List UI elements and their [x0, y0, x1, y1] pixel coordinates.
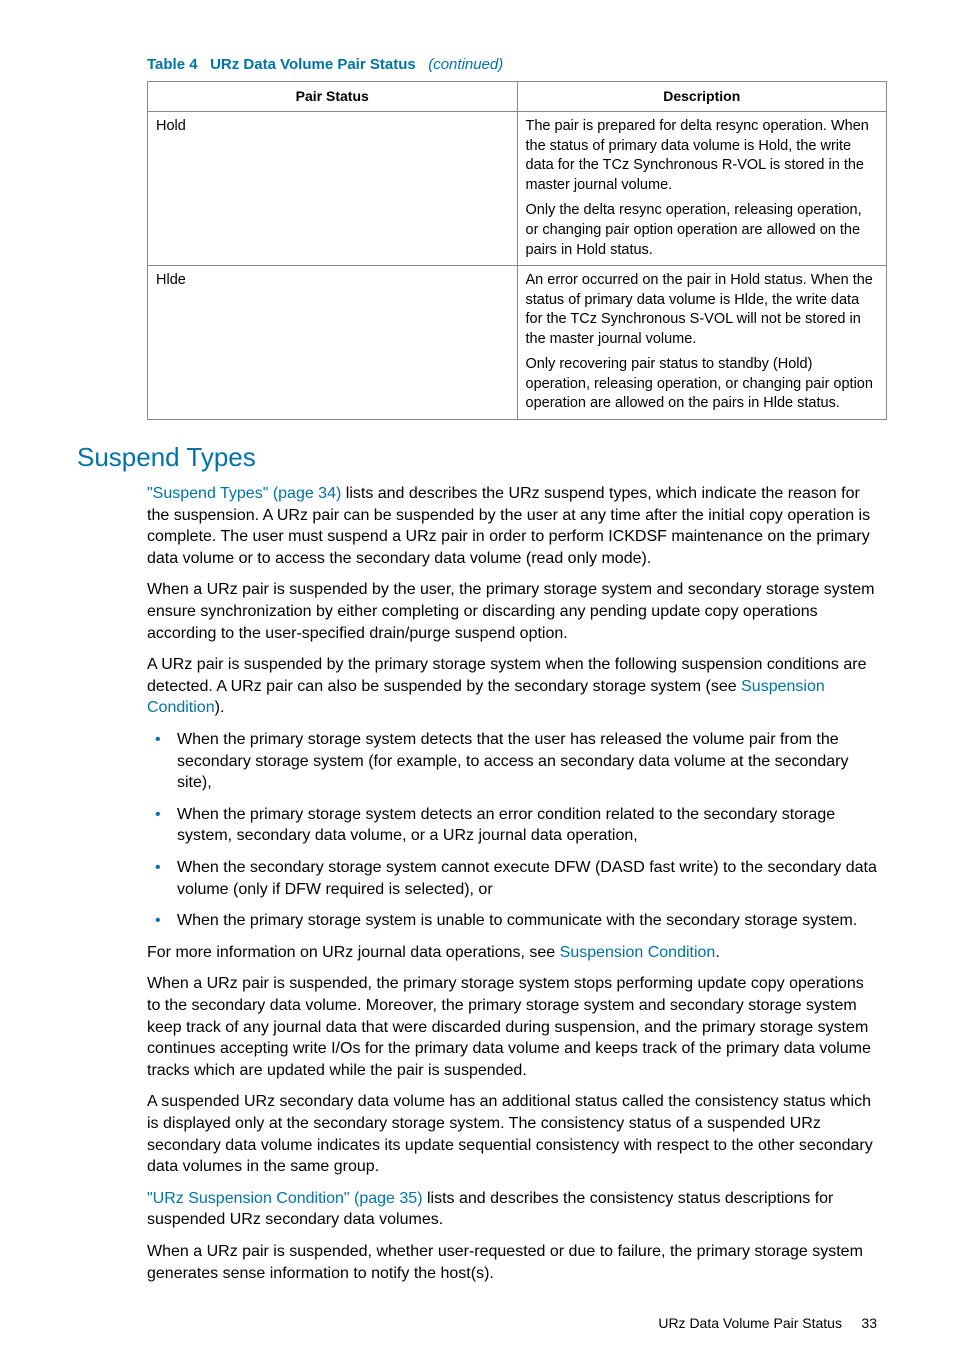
- bullet-list: When the primary storage system detects …: [147, 729, 877, 932]
- cross-ref-link[interactable]: Suspension Condition: [560, 944, 716, 961]
- paragraph-text: .: [715, 944, 719, 961]
- page-number: 33: [861, 1315, 877, 1331]
- cell-description: The pair is prepared for delta resync op…: [517, 112, 887, 266]
- page-footer: URz Data Volume Pair Status 33: [77, 1314, 877, 1333]
- desc-paragraph: Only the delta resync operation, releasi…: [526, 201, 879, 260]
- paragraph: A suspended URz secondary data volume ha…: [147, 1091, 877, 1177]
- cross-ref-link[interactable]: "URz Suspension Condition" (page 35): [147, 1190, 423, 1207]
- list-item: When the primary storage system is unabl…: [147, 910, 877, 932]
- section-heading: Suspend Types: [77, 440, 877, 475]
- list-item: When the primary storage system detects …: [147, 804, 877, 847]
- list-item: When the secondary storage system cannot…: [147, 857, 877, 900]
- paragraph: For more information on URz journal data…: [147, 942, 877, 964]
- table-caption: Table 4 URz Data Volume Pair Status (con…: [147, 55, 877, 75]
- table-header-row: Pair Status Description: [148, 82, 887, 112]
- status-table: Pair Status Description Hold The pair is…: [147, 81, 887, 420]
- footer-label: URz Data Volume Pair Status: [658, 1315, 842, 1331]
- paragraph-text: For more information on URz journal data…: [147, 944, 560, 961]
- paragraph: When a URz pair is suspended, whether us…: [147, 1241, 877, 1284]
- desc-paragraph: An error occurred on the pair in Hold st…: [526, 271, 879, 349]
- col-pair-status: Pair Status: [148, 82, 518, 112]
- paragraph: When a URz pair is suspended, the primar…: [147, 973, 877, 1081]
- paragraph: "URz Suspension Condition" (page 35) lis…: [147, 1188, 877, 1231]
- paragraph-text: ).: [215, 699, 225, 716]
- caption-continued: (continued): [428, 56, 503, 73]
- cell-status: Hold: [148, 112, 518, 266]
- paragraph: When a URz pair is suspended by the user…: [147, 579, 877, 644]
- paragraph: "Suspend Types" (page 34) lists and desc…: [147, 483, 877, 569]
- desc-paragraph: Only recovering pair status to standby (…: [526, 355, 879, 414]
- section-body: "Suspend Types" (page 34) lists and desc…: [147, 483, 877, 1284]
- col-description: Description: [517, 82, 887, 112]
- caption-prefix: Table 4: [147, 56, 198, 73]
- paragraph: A URz pair is suspended by the primary s…: [147, 654, 877, 719]
- caption-title: URz Data Volume Pair Status: [210, 56, 416, 73]
- table-row: Hlde An error occurred on the pair in Ho…: [148, 266, 887, 420]
- cell-description: An error occurred on the pair in Hold st…: [517, 266, 887, 420]
- cross-ref-link[interactable]: "Suspend Types" (page 34): [147, 485, 341, 502]
- table-row: Hold The pair is prepared for delta resy…: [148, 112, 887, 266]
- cell-status: Hlde: [148, 266, 518, 420]
- list-item: When the primary storage system detects …: [147, 729, 877, 794]
- desc-paragraph: The pair is prepared for delta resync op…: [526, 117, 879, 195]
